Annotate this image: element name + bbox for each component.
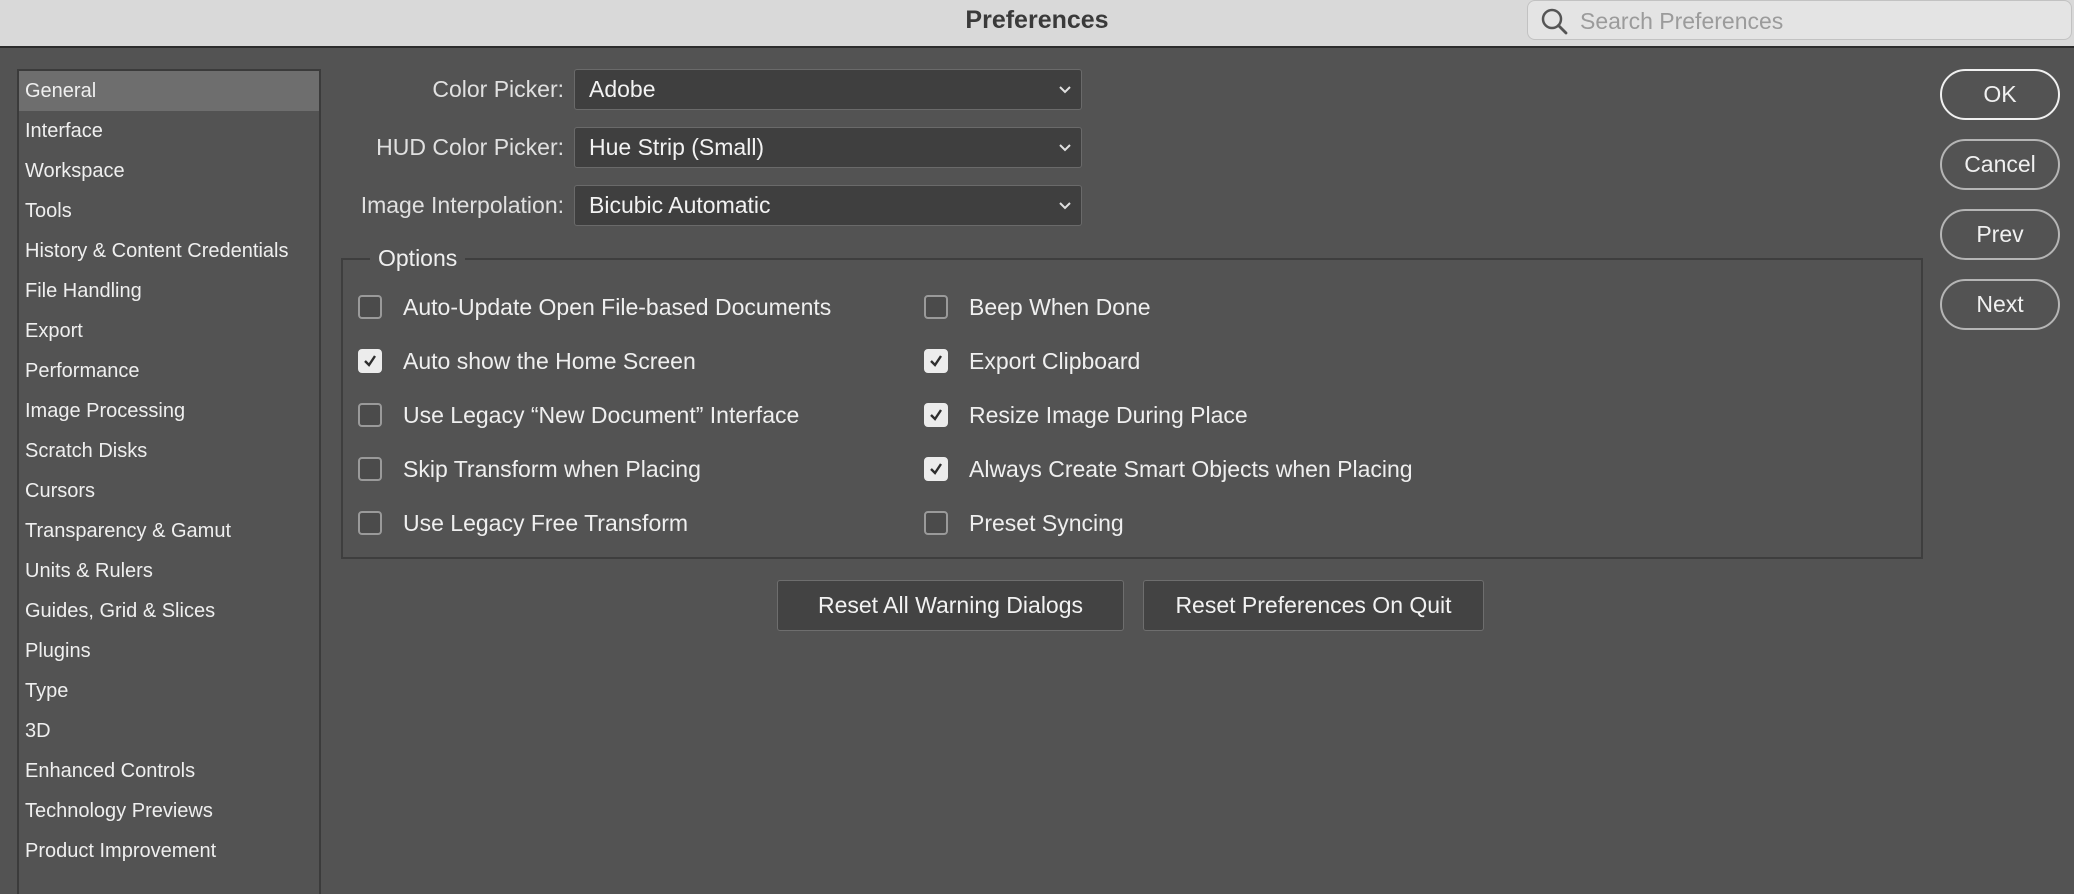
checkbox-label: Auto-Update Open File-based Documents [403,293,832,320]
checkbox-box [358,295,382,319]
hud-color-picker-value: Hue Strip (Small) [589,134,765,160]
checkbox-label: Always Create Smart Objects when Placing [969,455,1413,482]
hud-color-picker-label: HUD Color Picker: [376,134,564,160]
sidebar-item-technology-previews[interactable]: Technology Previews [19,791,319,831]
skip-transform-checkbox[interactable]: Skip Transform when Placing [358,452,701,486]
search-input[interactable] [1580,4,2060,38]
chevron-down-icon [1059,86,1071,94]
image-interpolation-label: Image Interpolation: [360,192,564,218]
prev-button[interactable]: Prev [1940,209,2060,260]
preset-syncing-checkbox[interactable]: Preset Syncing [924,506,1124,540]
cancel-button[interactable]: Cancel [1940,139,2060,190]
options-title: Options [370,243,466,273]
sidebar-item-scratch-disks[interactable]: Scratch Disks [19,431,319,471]
sidebar-item-file-handling[interactable]: File Handling [19,271,319,311]
smart-objects-when-placing-checkbox[interactable]: Always Create Smart Objects when Placing [924,452,1413,486]
chevron-down-icon [1059,202,1071,210]
reset-preferences-on-quit-button[interactable]: Reset Preferences On Quit [1143,580,1484,631]
color-picker-value: Adobe [589,76,656,102]
checkmark-icon [930,355,942,367]
checkbox-label: Use Legacy Free Transform [403,509,689,536]
image-interpolation-value: Bicubic Automatic [589,192,771,218]
auto-update-documents-checkbox[interactable]: Auto-Update Open File-based Documents [358,290,831,324]
chevron-down-icon [1059,144,1071,152]
checkbox-box [924,403,948,427]
search-box[interactable] [1527,0,2072,40]
legacy-free-transform-checkbox[interactable]: Use Legacy Free Transform [358,506,688,540]
sidebar-item-export[interactable]: Export [19,311,319,351]
reset-warning-dialogs-button[interactable]: Reset All Warning Dialogs [777,580,1124,631]
next-button[interactable]: Next [1940,279,2060,330]
checkbox-box [924,511,948,535]
legacy-new-document-checkbox[interactable]: Use Legacy “New Document” Interface [358,398,799,432]
checkbox-box [358,403,382,427]
checkbox-label: Resize Image During Place [969,401,1248,428]
checkmark-icon [364,355,376,367]
checkbox-label: Auto show the Home Screen [403,347,696,374]
checkbox-label: Export Clipboard [969,347,1141,374]
ok-button[interactable]: OK [1940,69,2060,120]
beep-when-done-checkbox[interactable]: Beep When Done [924,290,1151,324]
checkbox-box [358,457,382,481]
sidebar-item-enhanced-controls[interactable]: Enhanced Controls [19,751,319,791]
checkbox-box [924,295,948,319]
resize-image-during-place-checkbox[interactable]: Resize Image During Place [924,398,1248,432]
sidebar-item-guides-grid-slices[interactable]: Guides, Grid & Slices [19,591,319,631]
sidebar-item-transparency-gamut[interactable]: Transparency & Gamut [19,511,319,551]
color-picker-select[interactable]: Adobe [574,69,1082,110]
sidebar-item-performance[interactable]: Performance [19,351,319,391]
sidebar-item-workspace[interactable]: Workspace [19,151,319,191]
checkbox-label: Use Legacy “New Document” Interface [403,401,800,428]
sidebar-item-history-content-credentials[interactable]: History & Content Credentials [19,231,319,271]
color-picker-label: Color Picker: [432,76,564,102]
sidebar-item-general[interactable]: General [19,71,319,111]
sidebar-item-plugins[interactable]: Plugins [19,631,319,671]
export-clipboard-checkbox[interactable]: Export Clipboard [924,344,1140,378]
checkmark-icon [930,409,942,421]
checkbox-label: Beep When Done [969,293,1151,320]
search-icon [1540,7,1570,35]
sidebar-item-3d[interactable]: 3D [19,711,319,751]
title-bar: Preferences [0,0,2074,48]
checkbox-box [924,349,948,373]
sidebar-item-tools[interactable]: Tools [19,191,319,231]
sidebar-item-image-processing[interactable]: Image Processing [19,391,319,431]
checkbox-box [924,457,948,481]
auto-show-home-screen-checkbox[interactable]: Auto show the Home Screen [358,344,696,378]
sidebar-nav: General Interface Workspace Tools Histor… [17,69,321,894]
sidebar-item-interface[interactable]: Interface [19,111,319,151]
checkbox-label: Skip Transform when Placing [403,455,701,482]
checkmark-icon [930,463,942,475]
checkbox-box [358,511,382,535]
sidebar-item-product-improvement[interactable]: Product Improvement [19,831,319,871]
sidebar-item-type[interactable]: Type [19,671,319,711]
checkbox-box [358,349,382,373]
image-interpolation-select[interactable]: Bicubic Automatic [574,185,1082,226]
sidebar-item-units-rulers[interactable]: Units & Rulers [19,551,319,591]
hud-color-picker-select[interactable]: Hue Strip (Small) [574,127,1082,168]
checkbox-label: Preset Syncing [969,509,1124,536]
sidebar-item-cursors[interactable]: Cursors [19,471,319,511]
